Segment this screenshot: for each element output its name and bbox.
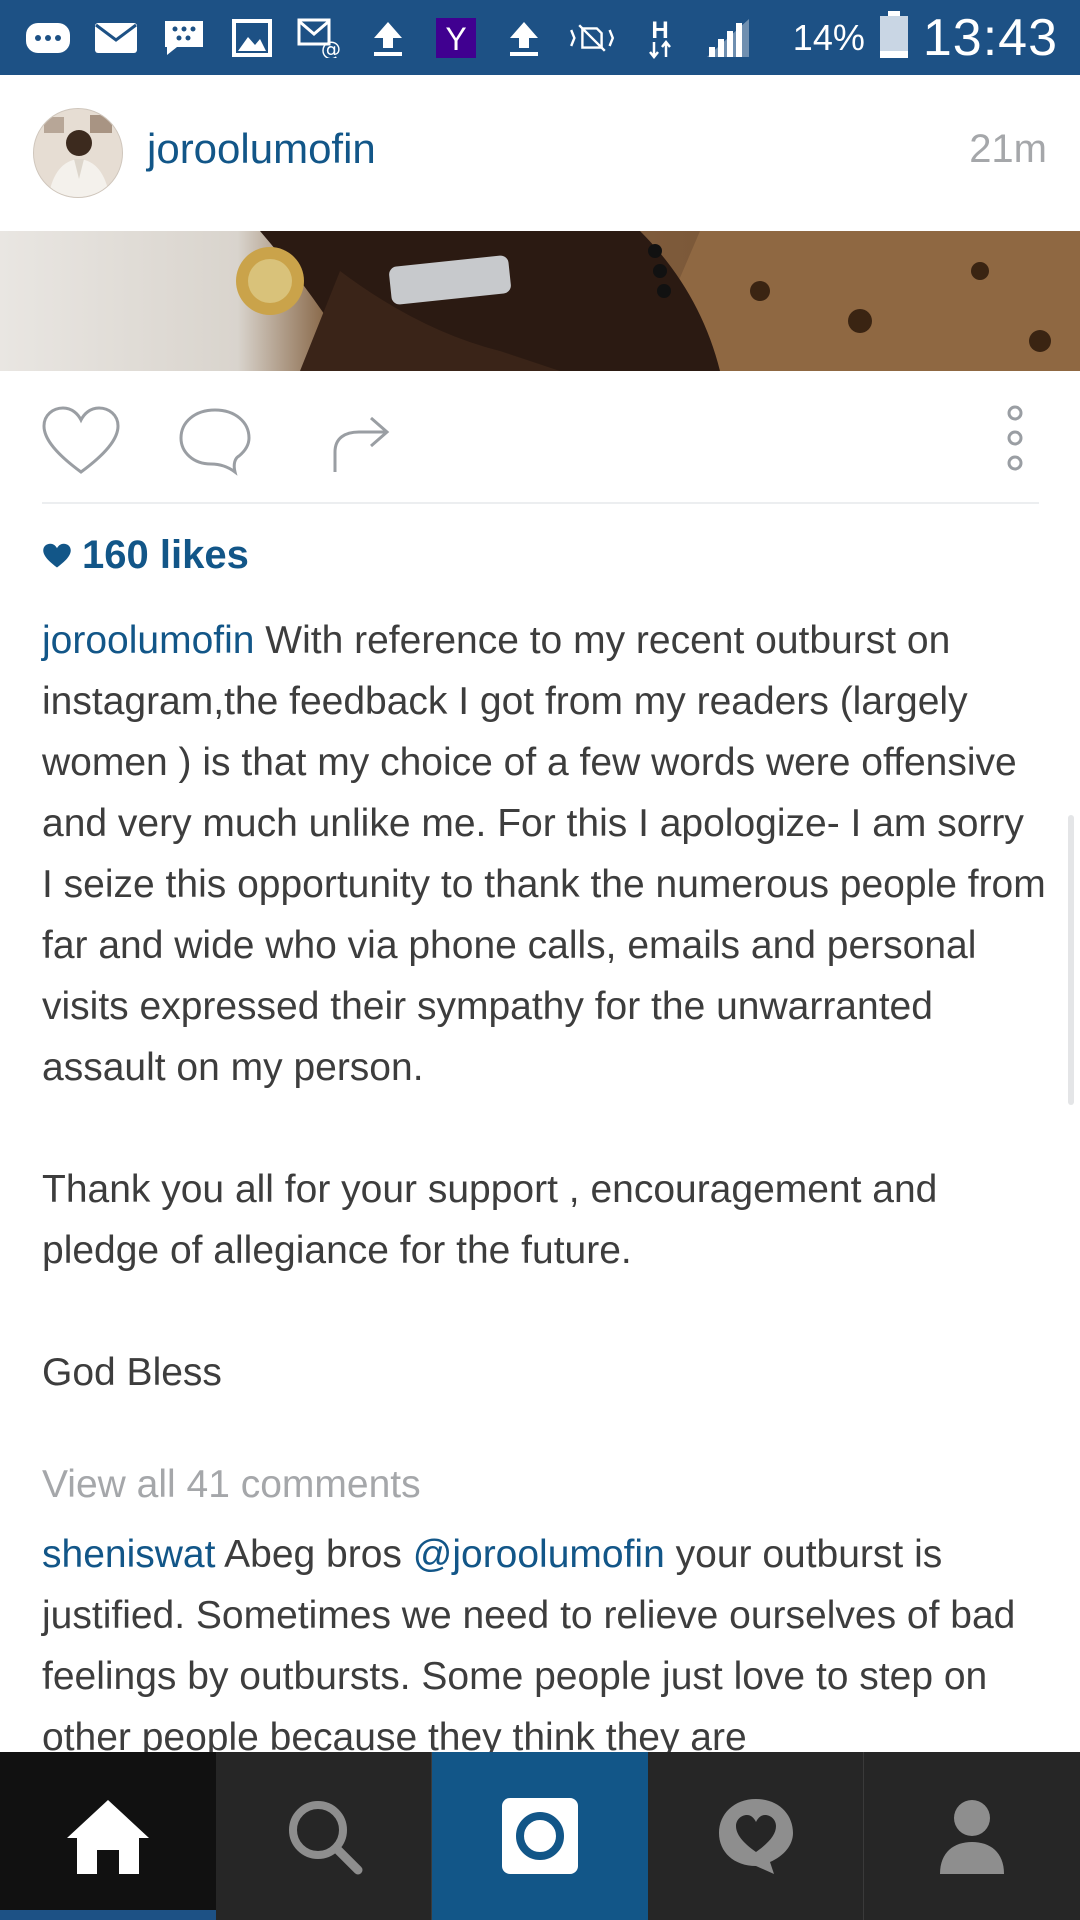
signal-icon — [704, 17, 752, 59]
battery-icon — [879, 11, 909, 64]
nav-home[interactable] — [0, 1752, 216, 1920]
upload-icon — [500, 17, 548, 59]
avatar[interactable] — [33, 108, 123, 198]
comment-item: sheniswat Abeg bros @joroolumofin your o… — [42, 1524, 1047, 1768]
post-header: joroolumofin 21m — [0, 75, 1080, 231]
divider — [42, 502, 1039, 504]
status-bar: @ Y H 14% 13:43 — [0, 0, 1080, 75]
gallery-icon — [228, 17, 276, 59]
mail-icon — [92, 17, 140, 59]
search-icon — [288, 1801, 362, 1875]
view-all-comments-link[interactable]: View all 41 comments — [42, 1463, 421, 1507]
comment-text: Abeg bros — [215, 1533, 413, 1576]
nav-activity[interactable] — [648, 1752, 864, 1920]
more-vertical-icon — [1007, 405, 1023, 471]
svg-text:@: @ — [321, 37, 341, 58]
likes-row[interactable]: 160 likes — [42, 533, 249, 578]
camera-icon — [502, 1798, 578, 1874]
yahoo-icon: Y — [432, 17, 480, 59]
nav-camera[interactable] — [432, 1752, 648, 1920]
likes-count: 160 likes — [82, 533, 249, 577]
comment-bubble-icon — [179, 408, 251, 476]
battery-percent: 14% — [792, 16, 865, 58]
post-actions — [0, 371, 1080, 503]
caption-text: With reference to my recent outburst on … — [42, 619, 1046, 1394]
post-timestamp: 21m — [969, 127, 1047, 171]
blackberry-icon — [160, 17, 208, 59]
profile-icon — [940, 1800, 1004, 1874]
upload-icon — [364, 17, 412, 59]
comment-mention[interactable]: @joroolumofin — [413, 1533, 665, 1576]
like-button[interactable] — [36, 401, 126, 481]
scrollbar[interactable] — [1068, 815, 1074, 1105]
more-options-button[interactable] — [980, 401, 1050, 481]
bottom-nav — [0, 1752, 1080, 1920]
svg-text:H: H — [651, 17, 668, 44]
activity-heart-bubble-icon — [718, 1799, 793, 1874]
home-icon — [67, 1800, 149, 1874]
clock: 13:43 — [922, 8, 1058, 67]
svg-text:Y: Y — [445, 21, 466, 57]
comment-username[interactable]: sheniswat — [42, 1533, 215, 1576]
post-photo[interactable] — [0, 231, 1080, 371]
post-username[interactable]: joroolumofin — [147, 125, 376, 173]
share-button[interactable] — [310, 401, 400, 481]
heart-icon — [42, 406, 120, 474]
bbm-icon — [24, 17, 72, 59]
post-caption: joroolumofin With reference to my recent… — [42, 610, 1047, 1403]
nav-profile[interactable] — [864, 1752, 1080, 1920]
comment-button[interactable] — [170, 401, 260, 481]
caption-username[interactable]: joroolumofin — [42, 619, 254, 662]
hspa-icon: H — [636, 17, 684, 59]
nav-search[interactable] — [216, 1752, 432, 1920]
share-arrow-icon — [333, 416, 390, 472]
nfc-mute-icon — [568, 17, 616, 59]
heart-filled-icon — [43, 543, 71, 568]
email-at-icon: @ — [296, 17, 344, 59]
